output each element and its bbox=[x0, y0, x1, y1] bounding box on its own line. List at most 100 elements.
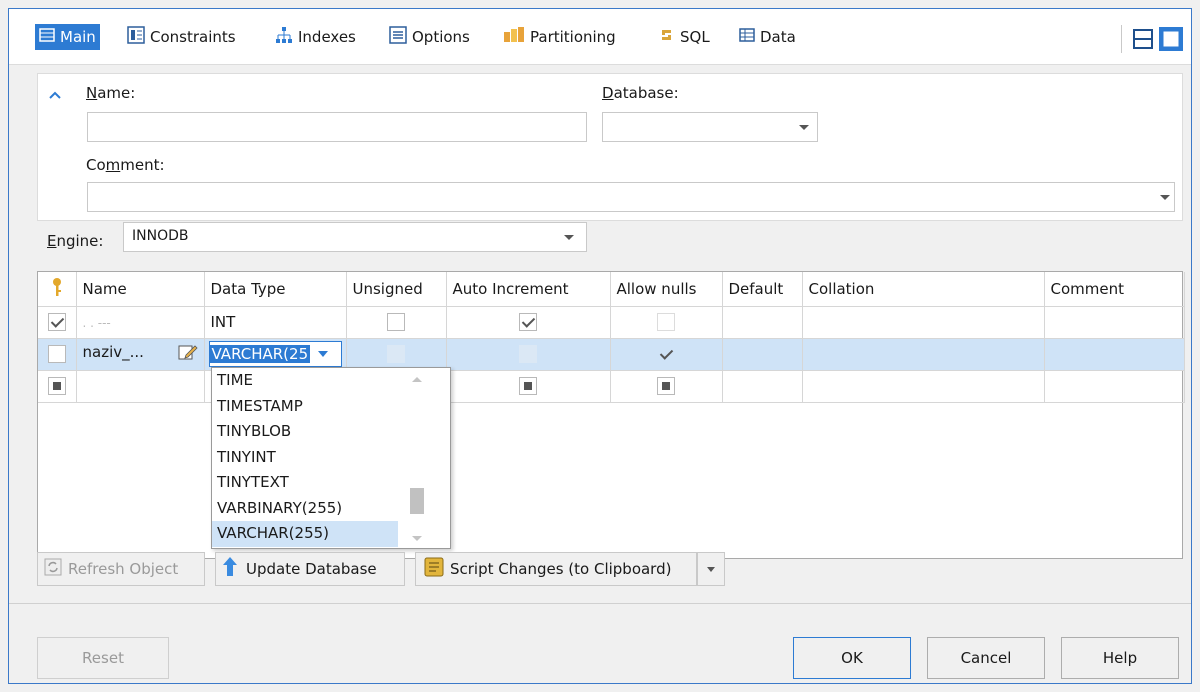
name-label: Name: bbox=[86, 84, 136, 102]
tab-data[interactable]: Data bbox=[735, 24, 800, 50]
database-label: Database: bbox=[602, 84, 679, 102]
constraints-icon bbox=[127, 26, 145, 48]
column-header[interactable]: Data Type bbox=[204, 272, 347, 307]
chevron-down-icon[interactable] bbox=[318, 351, 329, 357]
column-header[interactable]: Collation bbox=[802, 272, 1045, 307]
database-select[interactable] bbox=[602, 112, 818, 142]
tab-bar: Main Constraints Indexes Options Partiti… bbox=[9, 9, 1191, 65]
tab-constraints[interactable]: Constraints bbox=[123, 24, 240, 50]
comment-label: Comment: bbox=[86, 156, 165, 174]
tab-label: Constraints bbox=[150, 28, 236, 46]
tab-label: Main bbox=[60, 28, 96, 46]
scrollbar-thumb[interactable] bbox=[410, 488, 424, 514]
dropdown-option[interactable]: TINYBLOB bbox=[212, 419, 398, 445]
collation-cell[interactable] bbox=[802, 370, 1045, 403]
auto-increment-checkbox[interactable] bbox=[519, 313, 537, 332]
default-cell[interactable] bbox=[722, 370, 803, 403]
reset-button[interactable]: Reset bbox=[37, 637, 169, 679]
dropdown-option-selected[interactable]: VARCHAR(255) bbox=[212, 521, 398, 547]
help-button[interactable]: Help bbox=[1061, 637, 1179, 679]
partitioning-icon bbox=[503, 26, 525, 48]
split-view-icon[interactable] bbox=[1131, 27, 1155, 51]
dropdown-option[interactable]: TIME bbox=[212, 368, 398, 394]
data-type-cell[interactable]: INT bbox=[204, 306, 347, 339]
script-changes-button[interactable]: Script Changes (to Clipboard) bbox=[415, 552, 697, 586]
tab-indexes[interactable]: Indexes bbox=[271, 24, 360, 50]
dropdown-option[interactable]: TIMESTAMP bbox=[212, 394, 398, 420]
scrollbar-arrows-icon bbox=[412, 377, 422, 541]
table-icon bbox=[39, 28, 55, 46]
collation-cell[interactable] bbox=[802, 338, 1045, 371]
data-type-combobox[interactable]: VARCHAR(25 bbox=[208, 341, 342, 367]
table-properties-panel: Name: Database: Comment: bbox=[37, 73, 1183, 221]
chevron-down-icon bbox=[707, 566, 715, 572]
data-type-cell[interactable]: VARCHAR(25 bbox=[204, 338, 347, 371]
auto-increment-checkbox[interactable] bbox=[519, 345, 537, 364]
column-name-cell[interactable]: . . --- bbox=[76, 306, 205, 339]
pk-checkbox[interactable] bbox=[47, 313, 66, 332]
table-row[interactable]: naziv_... VARCHAR(25 bbox=[38, 338, 1185, 371]
column-name-cell[interactable]: naziv_... bbox=[76, 338, 205, 371]
pk-checkbox[interactable] bbox=[47, 345, 66, 364]
grid-header-row: Name Data Type Unsigned Auto Increment A… bbox=[38, 272, 1185, 307]
table-row-new[interactable] bbox=[38, 370, 1185, 403]
chevron-down-icon bbox=[564, 235, 574, 240]
collation-cell[interactable] bbox=[802, 306, 1045, 339]
columns-grid: Name Data Type Unsigned Auto Increment A… bbox=[37, 271, 1185, 559]
allow-nulls-checkbox[interactable] bbox=[657, 345, 675, 363]
column-header[interactable]: Auto Increment bbox=[446, 272, 611, 307]
script-scroll-icon bbox=[422, 556, 446, 582]
comment-cell[interactable] bbox=[1044, 370, 1185, 403]
refresh-icon bbox=[44, 558, 62, 580]
pk-checkbox[interactable] bbox=[47, 377, 66, 396]
refresh-object-button[interactable]: Refresh Object bbox=[37, 552, 205, 586]
allow-nulls-checkbox[interactable] bbox=[657, 377, 675, 396]
comment-cell[interactable] bbox=[1044, 306, 1185, 339]
unsigned-checkbox[interactable] bbox=[387, 345, 405, 364]
engine-label: Engine: bbox=[47, 232, 104, 250]
divider bbox=[1121, 25, 1122, 53]
column-header[interactable]: Name bbox=[76, 272, 205, 307]
ok-button[interactable]: OK bbox=[793, 637, 911, 679]
collapse-chevron-icon[interactable] bbox=[48, 86, 62, 104]
engine-select[interactable]: INNODB bbox=[123, 222, 587, 252]
dropdown-option[interactable]: VARBINARY(255) bbox=[212, 496, 398, 522]
column-name-cell[interactable] bbox=[76, 370, 205, 403]
tab-label: SQL bbox=[680, 28, 710, 46]
tab-main[interactable]: Main bbox=[35, 24, 100, 50]
allow-nulls-checkbox[interactable] bbox=[657, 313, 675, 332]
script-changes-dropdown[interactable] bbox=[697, 552, 725, 586]
tab-label: Options bbox=[412, 28, 470, 46]
column-header[interactable]: Default bbox=[722, 272, 803, 307]
tab-sql[interactable]: SQL bbox=[655, 24, 714, 50]
column-header[interactable]: Allow nulls bbox=[610, 272, 723, 307]
single-view-icon[interactable] bbox=[1159, 27, 1183, 51]
tab-partitioning[interactable]: Partitioning bbox=[499, 24, 620, 50]
auto-increment-checkbox[interactable] bbox=[519, 377, 537, 396]
chevron-down-icon bbox=[799, 125, 809, 130]
edit-icon[interactable] bbox=[178, 343, 198, 365]
upload-arrow-icon bbox=[222, 556, 238, 582]
table-editor-window: Main Constraints Indexes Options Partiti… bbox=[8, 8, 1192, 684]
divider bbox=[9, 603, 1191, 604]
update-database-button[interactable]: Update Database bbox=[215, 552, 405, 586]
indexes-icon bbox=[275, 26, 293, 48]
default-cell[interactable] bbox=[722, 306, 803, 339]
chevron-down-icon bbox=[1160, 195, 1170, 200]
column-header[interactable]: Unsigned bbox=[346, 272, 447, 307]
engine-value: INNODB bbox=[132, 228, 189, 244]
column-header[interactable]: Comment bbox=[1044, 272, 1185, 307]
table-row[interactable]: . . --- INT bbox=[38, 306, 1185, 339]
unsigned-checkbox[interactable] bbox=[387, 313, 405, 332]
default-cell[interactable] bbox=[722, 338, 803, 371]
comment-input[interactable] bbox=[87, 182, 1175, 212]
tab-options[interactable]: Options bbox=[385, 24, 474, 50]
sql-icon bbox=[659, 27, 675, 47]
dropdown-option[interactable]: TINYTEXT bbox=[212, 470, 398, 496]
comment-cell[interactable] bbox=[1044, 338, 1185, 371]
data-type-value: VARCHAR(25 bbox=[209, 345, 311, 363]
name-input[interactable] bbox=[87, 112, 587, 142]
cancel-button[interactable]: Cancel bbox=[927, 637, 1045, 679]
dropdown-option[interactable]: TINYINT bbox=[212, 445, 398, 471]
dropdown-scrollbar[interactable] bbox=[398, 368, 450, 548]
